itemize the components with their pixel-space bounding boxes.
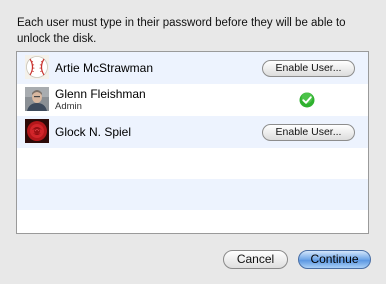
user-row-glock[interactable]: Glock N. Spiel Enable User... <box>17 116 368 148</box>
baseball-icon <box>25 55 49 79</box>
red-rose-icon <box>25 119 49 143</box>
user-row-glenn[interactable]: Glenn Fleishman Admin <box>17 84 368 116</box>
instructions-text: Each user must type in their password be… <box>17 17 346 45</box>
user-role-badge: Admin <box>55 101 82 112</box>
user-name: Glenn Fleishman <box>55 87 146 101</box>
cancel-button[interactable]: Cancel <box>223 250 288 269</box>
user-photo <box>25 87 49 111</box>
user-name: Artie McStrawman <box>55 61 154 75</box>
empty-row <box>17 179 368 210</box>
empty-row <box>17 148 368 179</box>
continue-button[interactable]: Continue <box>298 250 371 269</box>
enable-user-button-artie[interactable]: Enable User... <box>262 60 355 77</box>
empty-row <box>17 210 368 233</box>
user-name: Glock N. Spiel <box>55 125 132 139</box>
user-list[interactable]: Artie McStrawman Enable User... Glenn Fl… <box>16 51 369 234</box>
checkmark-icon <box>299 92 315 108</box>
user-row-artie[interactable]: Artie McStrawman Enable User... <box>17 52 368 84</box>
enable-user-button-glock[interactable]: Enable User... <box>262 124 355 141</box>
